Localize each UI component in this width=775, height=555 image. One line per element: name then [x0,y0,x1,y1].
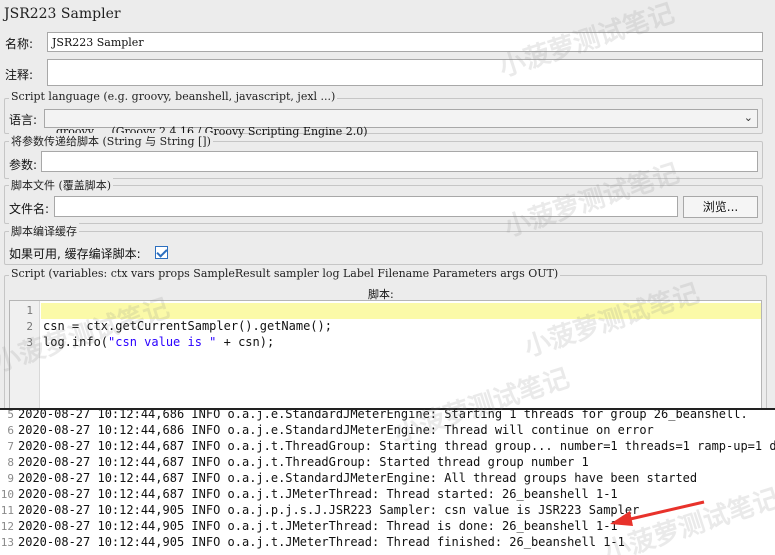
log-line-text: 2020-08-27 10:12:44,686 INFO o.a.j.e.Sta… [18,423,654,437]
language-label: 语言: [9,113,38,127]
comment-input[interactable] [47,59,763,86]
log-line-text: 2020-08-27 10:12:44,905 INFO o.a.j.t.JMe… [18,519,618,533]
log-line: 10 2020-08-27 10:12:44,687 INFO o.a.j.t.J… [0,487,618,503]
log-panel[interactable]: 5 2020-08-27 10:12:44,686 INFO o.a.j.e.St… [0,408,775,555]
log-line: 6 2020-08-27 10:12:44,686 INFO o.a.j.e.St… [0,423,654,439]
code-line: csn = ctx.getCurrentSampler().getName(); [43,319,332,333]
log-line-text: 2020-08-27 10:12:44,687 INFO o.a.j.t.Thr… [18,439,775,453]
log-line-number: 13 [0,536,14,549]
log-line-text: 2020-08-27 10:12:44,686 INFO o.a.j.e.Sta… [18,408,748,421]
browse-button[interactable]: 浏览... [683,196,758,218]
script-legend: Script (variables: ctx vars props Sample… [9,267,561,280]
line-number: 1 [26,304,33,317]
language-select[interactable]: groovy (Groovy 2.4.16 / Groovy Scripting… [44,109,758,138]
compile-cache-label: 如果可用, 缓存编译脚本: [9,247,141,261]
annotation-arrow-icon [610,500,705,526]
log-line: 9 2020-08-27 10:12:44,687 INFO o.a.j.e.St… [0,471,697,487]
log-line: 13 2020-08-27 10:12:44,905 INFO o.a.j.t.J… [0,535,625,551]
log-line-number: 5 [7,408,14,421]
log-line: 5 2020-08-27 10:12:44,686 INFO o.a.j.e.St… [0,408,748,423]
log-line-text: 2020-08-27 10:12:44,905 INFO o.a.j.t.JMe… [18,535,625,549]
log-line: 8 2020-08-27 10:12:44,687 INFO o.a.j.t.Th… [0,455,589,471]
name-label: 名称: [5,37,34,51]
name-input[interactable]: JSR223 Sampler [47,32,763,52]
log-line: 11 2020-08-27 10:12:44,905 INFO o.a.j.p.j… [0,503,640,519]
log-line-text: 2020-08-27 10:12:44,687 INFO o.a.j.t.JMe… [18,487,618,501]
log-line-number: 12 [0,520,14,533]
filename-input[interactable] [54,196,678,217]
editor-gutter: 1 2 3 [10,301,40,409]
script-language-legend: Script language (e.g. groovy, beanshell,… [9,90,338,103]
string-literal: "csn value is " [108,335,217,349]
log-line-number: 6 [7,424,14,437]
log-line-number: 11 [0,504,14,517]
log-line: 7 2020-08-27 10:12:44,687 INFO o.a.j.t.Th… [0,439,775,455]
chevron-down-icon: ⌄ [743,111,753,124]
log-line-number: 8 [7,456,14,469]
log-line-number: 10 [0,488,14,501]
line-number: 3 [26,336,33,349]
current-line-highlight [41,303,761,319]
compile-cache-checkbox[interactable] [155,246,168,259]
log-line-text: 2020-08-27 10:12:44,687 INFO o.a.j.e.Sta… [18,471,698,485]
log-line-number: 9 [7,472,14,485]
compile-cache-legend: 脚本编译缓存 [9,223,79,239]
log-line-number: 7 [7,440,14,453]
window-title: JSR223 Sampler [4,6,121,22]
comment-label: 注释: [5,68,34,82]
script-file-legend: 脚本文件 (覆盖脚本) [9,177,114,193]
log-line-text: 2020-08-27 10:12:44,687 INFO o.a.j.t.Thr… [18,455,589,469]
log-line-text: 2020-08-27 10:12:44,905 INFO o.a.j.p.j.s… [18,503,640,517]
filename-label: 文件名: [9,202,50,216]
line-number: 2 [26,320,33,333]
parameters-label: 参数: [9,158,38,172]
code-line: log.info("csn value is " + csn); [43,335,275,349]
parameters-legend: 将参数传递给脚本 (String 与 String []) [9,133,213,149]
parameters-input[interactable] [41,151,758,172]
log-line: 12 2020-08-27 10:12:44,905 INFO o.a.j.t.J… [0,519,618,535]
script-editor[interactable]: 1 2 3 csn = ctx.getCurrentSampler().getN… [9,300,762,410]
